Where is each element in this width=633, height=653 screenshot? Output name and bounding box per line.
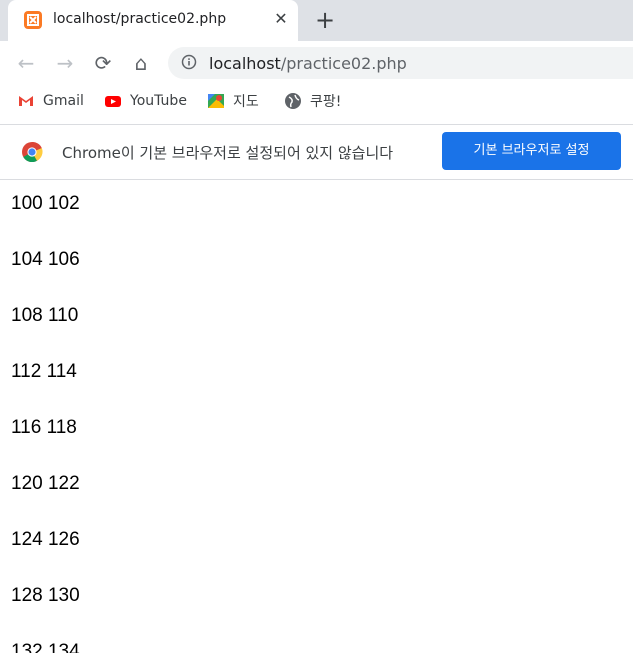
reload-button[interactable]: ⟳	[90, 50, 116, 76]
bookmark-coupang[interactable]: 쿠팡!	[284, 90, 341, 112]
bookmark-label: 쿠팡!	[310, 94, 342, 110]
maps-icon	[207, 92, 225, 110]
info-icon[interactable]	[181, 54, 197, 70]
infobar-message: Chrome이 기본 브라우저로 설정되어 있지 않습니다	[62, 144, 394, 162]
number-line: 116 118	[11, 417, 77, 438]
number-line: 128 130	[11, 585, 80, 606]
url-text[interactable]: localhost/practice02.php	[209, 54, 407, 73]
bookmark-label: Gmail	[43, 93, 84, 109]
youtube-icon	[104, 92, 122, 110]
bookmark-maps[interactable]: 지도	[207, 90, 259, 112]
bookmark-youtube[interactable]: YouTube	[104, 90, 187, 112]
number-line: 132 134	[11, 641, 80, 653]
gmail-icon	[17, 92, 35, 110]
bookmark-label: 지도	[233, 94, 259, 110]
number-line: 104 106	[11, 249, 80, 270]
page-content: 100 102 104 106 108 110 112 114 116 118 …	[0, 180, 633, 653]
bookmark-label: YouTube	[130, 93, 187, 109]
tab-strip: localhost/practice02.php ✕ +	[0, 0, 633, 41]
number-line: 112 114	[11, 361, 77, 382]
home-button[interactable]: ⌂	[128, 50, 154, 76]
default-browser-infobar: Chrome이 기본 브라우저로 설정되어 있지 않습니다 기본 브라우저로 설…	[0, 124, 633, 180]
address-bar[interactable]: localhost/practice02.php	[168, 47, 633, 79]
number-line: 108 110	[11, 305, 79, 326]
number-line: 100 102	[11, 193, 80, 214]
chrome-logo-icon	[21, 141, 43, 163]
globe-icon	[284, 92, 302, 110]
new-tab-button[interactable]: +	[312, 7, 338, 33]
bookmarks-bar: Gmail YouTube 지도 쿠팡!	[0, 85, 633, 117]
url-path: /practice02.php	[280, 54, 407, 73]
active-tab[interactable]: localhost/practice02.php ✕	[8, 0, 298, 41]
bookmark-gmail[interactable]: Gmail	[17, 90, 84, 112]
number-line: 124 126	[11, 529, 80, 550]
xampp-favicon-icon	[24, 11, 42, 29]
toolbar: ← → ⟳ ⌂ localhost/practice02.php	[0, 41, 633, 85]
forward-button[interactable]: →	[52, 50, 78, 76]
url-host: localhost	[209, 54, 281, 73]
set-default-browser-button[interactable]: 기본 브라우저로 설정	[442, 132, 621, 170]
close-tab-icon[interactable]: ✕	[270, 8, 292, 30]
back-button[interactable]: ←	[13, 50, 39, 76]
tab-title: localhost/practice02.php	[53, 11, 227, 27]
number-line: 120 122	[11, 473, 80, 494]
